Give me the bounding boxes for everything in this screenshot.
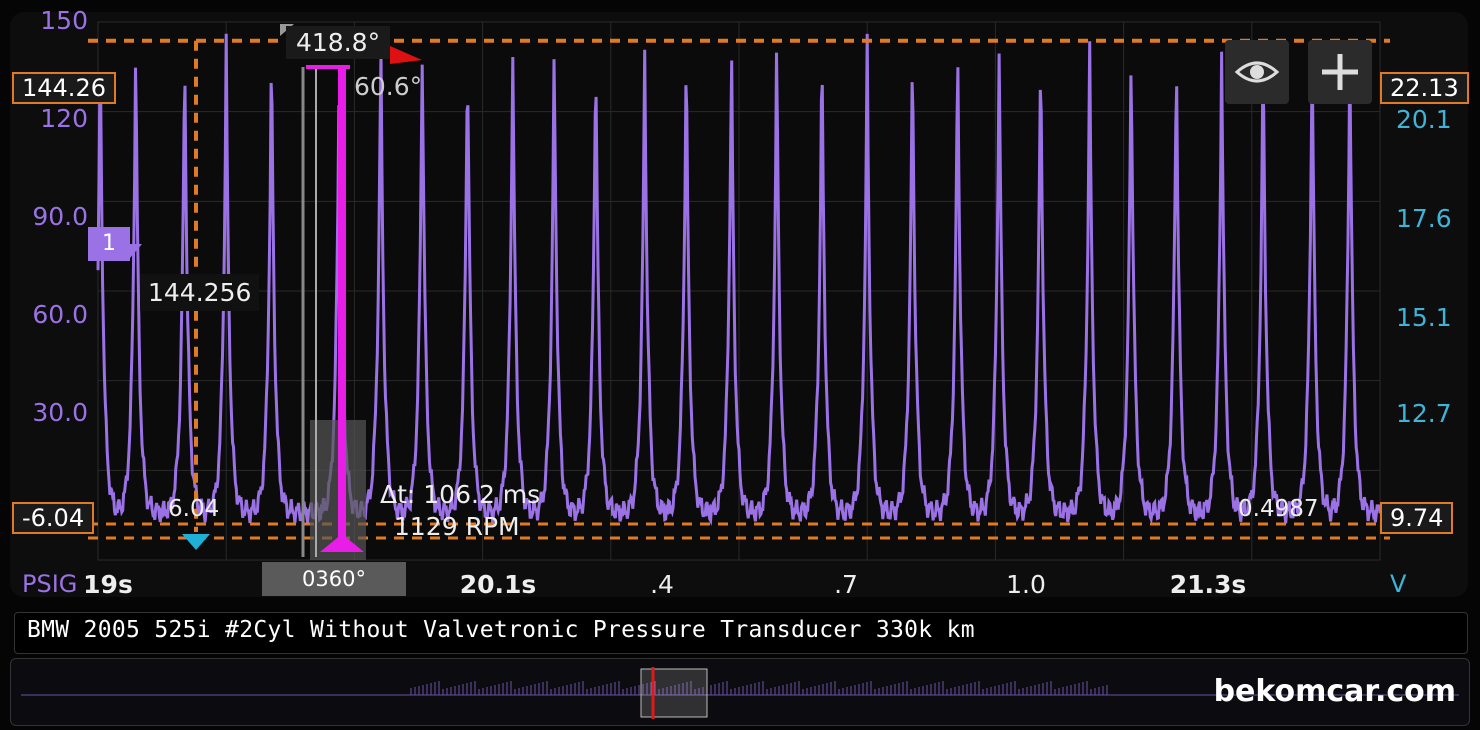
cursor-bottom-left-tag[interactable]: -6.04 — [12, 502, 95, 534]
eye-icon — [1234, 61, 1280, 83]
overview-window — [640, 668, 708, 718]
channel-marker[interactable]: 1 — [88, 227, 130, 261]
phase-readout: 0360° — [262, 562, 406, 596]
right-axis-unit: V — [1390, 570, 1407, 598]
right-tick-label: 17.6 — [1396, 204, 1452, 234]
cursor-readout: 144.256 — [140, 274, 260, 311]
right-tick-label: 12.7 — [1396, 398, 1452, 428]
watermark: bekomcar.com — [1213, 674, 1456, 709]
waveform-title-bar[interactable]: BMW 2005 525i #2Cyl Without Valvetronic … — [14, 612, 1468, 654]
scope-panel[interactable]: 150 120 90.0 60.0 30.0 20.1 17.6 15.1 12.7 19s 2… — [10, 6, 1469, 599]
right-value-readout: 0.4987 — [1238, 496, 1319, 522]
x-tick-label: 20.1s — [459, 570, 537, 599]
waveform-title: BMW 2005 525i #2Cyl Without Valvetronic … — [27, 617, 975, 643]
cursor-top-left-tag[interactable]: 144.26 — [12, 72, 116, 104]
rpm-readout: 1129 RPM — [394, 512, 520, 541]
x-tick-label: .7 — [834, 570, 858, 599]
angle-readout-second: 60.6° — [354, 72, 423, 101]
x-tick-label: 1.0 — [1006, 570, 1046, 599]
cursor-marker-value: 6.04 — [168, 496, 220, 522]
left-axis-unit: PSIG — [22, 570, 78, 598]
right-tick-label: 15.1 — [1396, 303, 1452, 333]
left-tick-label: 90.0 — [32, 202, 88, 232]
oscilloscope-app: 150 120 90.0 60.0 30.0 20.1 17.6 15.1 12.7 19s 2… — [0, 0, 1480, 730]
delta-time: Δt: 106.2 ms — [380, 480, 541, 509]
left-tick-label: 150 — [40, 6, 88, 35]
left-tick-label: 30.0 — [32, 398, 88, 428]
eye-button[interactable] — [1225, 40, 1289, 104]
cursor-top-right-tag[interactable]: 22.13 — [1380, 72, 1469, 104]
right-tick-label: 20.1 — [1396, 105, 1452, 135]
x-tick-label: 21.3s — [1169, 570, 1247, 599]
add-button[interactable] — [1308, 40, 1372, 104]
angle-readout-top: 418.8° — [286, 26, 391, 59]
cursor-bottom-right-tag[interactable]: 9.74 — [1380, 502, 1454, 534]
plus-icon — [1322, 54, 1358, 90]
left-tick-label: 60.0 — [32, 300, 88, 330]
left-tick-label: 120 — [40, 104, 88, 134]
x-tick-label: .4 — [650, 570, 674, 599]
x-tick-label: 19s — [83, 570, 133, 599]
